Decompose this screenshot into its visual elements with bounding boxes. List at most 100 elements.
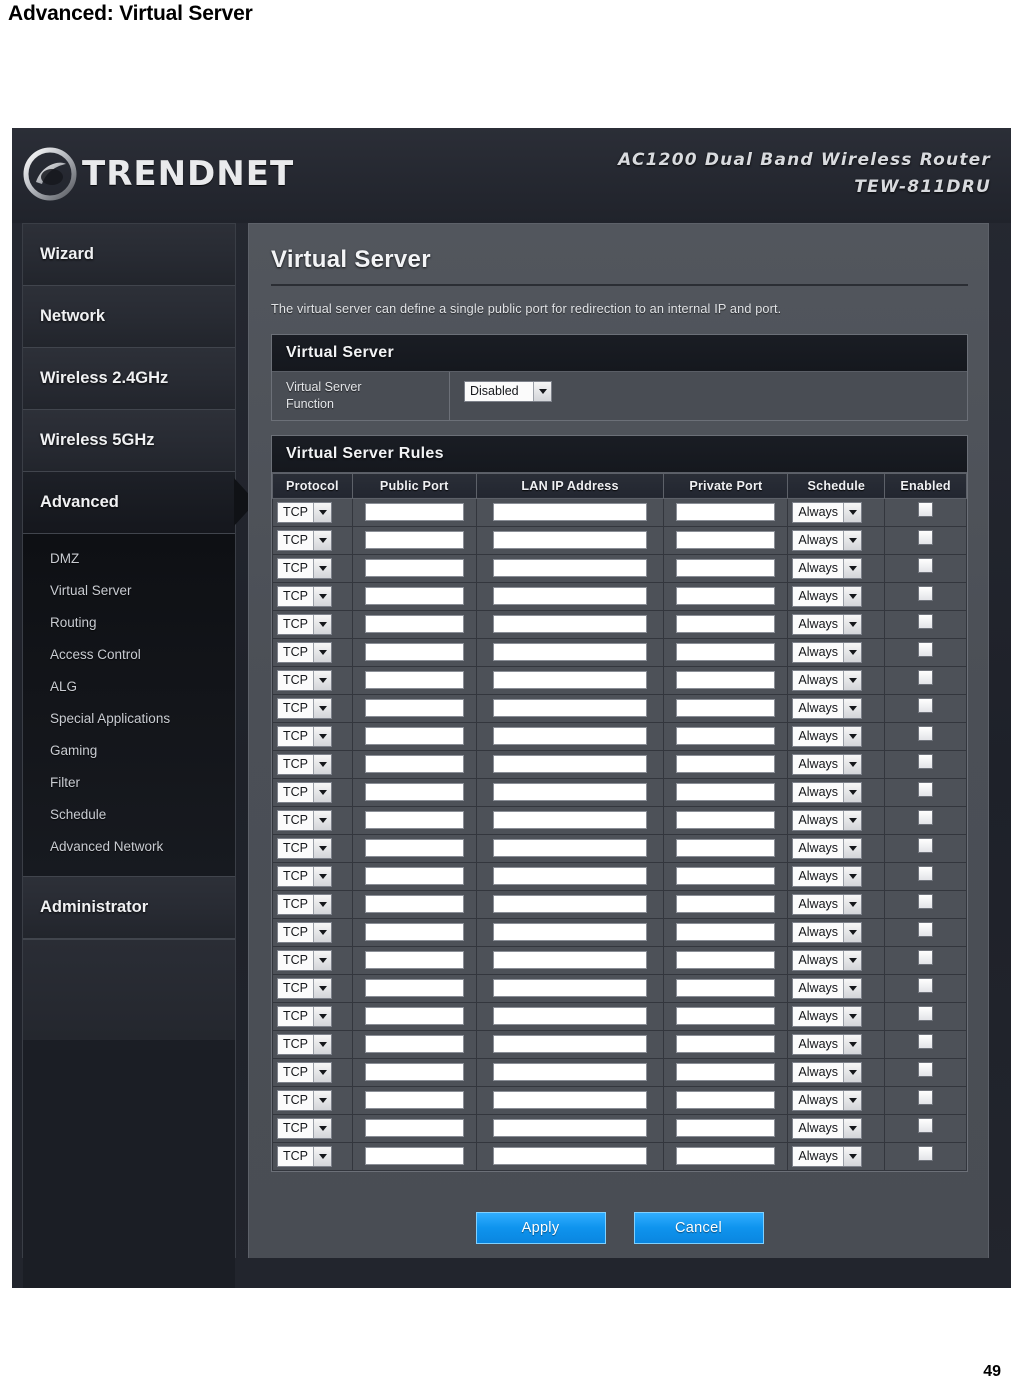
lan-ip-address-input[interactable] bbox=[493, 1063, 647, 1082]
lan-ip-address-input[interactable] bbox=[493, 923, 647, 942]
enabled-checkbox[interactable] bbox=[918, 978, 934, 994]
lan-ip-address-input[interactable] bbox=[493, 867, 647, 886]
public-port-input[interactable] bbox=[364, 699, 464, 718]
enabled-checkbox[interactable] bbox=[918, 1034, 934, 1050]
schedule-select[interactable]: Always bbox=[792, 1145, 863, 1167]
schedule-select[interactable]: Always bbox=[792, 501, 863, 523]
lan-ip-address-input[interactable] bbox=[493, 1119, 647, 1138]
lan-ip-address-input[interactable] bbox=[493, 727, 647, 746]
lan-ip-address-input[interactable] bbox=[493, 503, 647, 522]
schedule-select[interactable]: Always bbox=[792, 949, 863, 971]
lan-ip-address-input[interactable] bbox=[493, 615, 647, 634]
sidebar-item-advanced[interactable]: Advanced bbox=[23, 472, 256, 534]
lan-ip-address-input[interactable] bbox=[493, 979, 647, 998]
protocol-select[interactable]: TCP bbox=[277, 1145, 332, 1167]
enabled-checkbox[interactable] bbox=[918, 670, 934, 686]
private-port-input[interactable] bbox=[676, 1007, 776, 1026]
schedule-select[interactable]: Always bbox=[792, 977, 863, 999]
schedule-select[interactable]: Always bbox=[792, 781, 863, 803]
schedule-select[interactable]: Always bbox=[792, 697, 863, 719]
sidebar-subitem-access-control[interactable]: Access Control bbox=[23, 638, 235, 670]
schedule-select[interactable]: Always bbox=[792, 1089, 863, 1111]
public-port-input[interactable] bbox=[364, 811, 464, 830]
enabled-checkbox[interactable] bbox=[918, 950, 934, 966]
private-port-input[interactable] bbox=[676, 1147, 776, 1166]
lan-ip-address-input[interactable] bbox=[493, 1007, 647, 1026]
enabled-checkbox[interactable] bbox=[918, 866, 934, 882]
sidebar-item-wizard[interactable]: Wizard bbox=[23, 224, 235, 286]
cancel-button[interactable]: Cancel bbox=[633, 1211, 764, 1244]
schedule-select[interactable]: Always bbox=[792, 669, 863, 691]
schedule-select[interactable]: Always bbox=[792, 725, 863, 747]
schedule-select[interactable]: Always bbox=[792, 1117, 863, 1139]
protocol-select[interactable]: TCP bbox=[277, 1117, 332, 1139]
schedule-select[interactable]: Always bbox=[792, 585, 863, 607]
protocol-select[interactable]: TCP bbox=[277, 893, 332, 915]
schedule-select[interactable]: Always bbox=[792, 809, 863, 831]
public-port-input[interactable] bbox=[364, 587, 464, 606]
enabled-checkbox[interactable] bbox=[918, 782, 934, 798]
lan-ip-address-input[interactable] bbox=[493, 559, 647, 578]
sidebar-item-administrator[interactable]: Administrator bbox=[23, 877, 235, 939]
public-port-input[interactable] bbox=[364, 1119, 464, 1138]
public-port-input[interactable] bbox=[364, 1035, 464, 1054]
private-port-input[interactable] bbox=[676, 839, 776, 858]
schedule-select[interactable]: Always bbox=[792, 753, 863, 775]
enabled-checkbox[interactable] bbox=[918, 726, 934, 742]
protocol-select[interactable]: TCP bbox=[277, 501, 332, 523]
enabled-checkbox[interactable] bbox=[918, 1006, 934, 1022]
protocol-select[interactable]: TCP bbox=[277, 921, 332, 943]
protocol-select[interactable]: TCP bbox=[277, 781, 332, 803]
lan-ip-address-input[interactable] bbox=[493, 1091, 647, 1110]
protocol-select[interactable]: TCP bbox=[277, 949, 332, 971]
schedule-select[interactable]: Always bbox=[792, 613, 863, 635]
lan-ip-address-input[interactable] bbox=[493, 811, 647, 830]
private-port-input[interactable] bbox=[676, 1119, 776, 1138]
enabled-checkbox[interactable] bbox=[918, 894, 934, 910]
public-port-input[interactable] bbox=[364, 839, 464, 858]
schedule-select[interactable]: Always bbox=[792, 557, 863, 579]
lan-ip-address-input[interactable] bbox=[493, 951, 647, 970]
enabled-checkbox[interactable] bbox=[918, 1118, 934, 1134]
lan-ip-address-input[interactable] bbox=[493, 587, 647, 606]
public-port-input[interactable] bbox=[364, 783, 464, 802]
sidebar-item-wireless-5ghz[interactable]: Wireless 5GHz bbox=[23, 410, 235, 472]
private-port-input[interactable] bbox=[676, 699, 776, 718]
protocol-select[interactable]: TCP bbox=[277, 977, 332, 999]
public-port-input[interactable] bbox=[364, 923, 464, 942]
protocol-select[interactable]: TCP bbox=[277, 809, 332, 831]
sidebar-item-network[interactable]: Network bbox=[23, 286, 235, 348]
private-port-input[interactable] bbox=[676, 895, 776, 914]
public-port-input[interactable] bbox=[364, 867, 464, 886]
sidebar-item-wireless-24ghz[interactable]: Wireless 2.4GHz bbox=[23, 348, 235, 410]
lan-ip-address-input[interactable] bbox=[493, 643, 647, 662]
private-port-input[interactable] bbox=[676, 923, 776, 942]
enabled-checkbox[interactable] bbox=[918, 1062, 934, 1078]
public-port-input[interactable] bbox=[364, 615, 464, 634]
sidebar-subitem-special-applications[interactable]: Special Applications bbox=[23, 702, 235, 734]
private-port-input[interactable] bbox=[676, 531, 776, 550]
protocol-select[interactable]: TCP bbox=[277, 669, 332, 691]
lan-ip-address-input[interactable] bbox=[493, 783, 647, 802]
enabled-checkbox[interactable] bbox=[918, 530, 934, 546]
private-port-input[interactable] bbox=[676, 587, 776, 606]
protocol-select[interactable]: TCP bbox=[277, 557, 332, 579]
enabled-checkbox[interactable] bbox=[918, 754, 934, 770]
sidebar-subitem-virtual-server[interactable]: Virtual Server bbox=[23, 574, 235, 606]
public-port-input[interactable] bbox=[364, 1091, 464, 1110]
lan-ip-address-input[interactable] bbox=[493, 895, 647, 914]
public-port-input[interactable] bbox=[364, 727, 464, 746]
protocol-select[interactable]: TCP bbox=[277, 1089, 332, 1111]
lan-ip-address-input[interactable] bbox=[493, 531, 647, 550]
protocol-select[interactable]: TCP bbox=[277, 725, 332, 747]
schedule-select[interactable]: Always bbox=[792, 1061, 863, 1083]
public-port-input[interactable] bbox=[364, 1007, 464, 1026]
protocol-select[interactable]: TCP bbox=[277, 641, 332, 663]
public-port-input[interactable] bbox=[364, 531, 464, 550]
private-port-input[interactable] bbox=[676, 783, 776, 802]
protocol-select[interactable]: TCP bbox=[277, 697, 332, 719]
public-port-input[interactable] bbox=[364, 1063, 464, 1082]
private-port-input[interactable] bbox=[676, 1035, 776, 1054]
sidebar-subitem-dmz[interactable]: DMZ bbox=[23, 542, 235, 574]
lan-ip-address-input[interactable] bbox=[493, 1035, 647, 1054]
